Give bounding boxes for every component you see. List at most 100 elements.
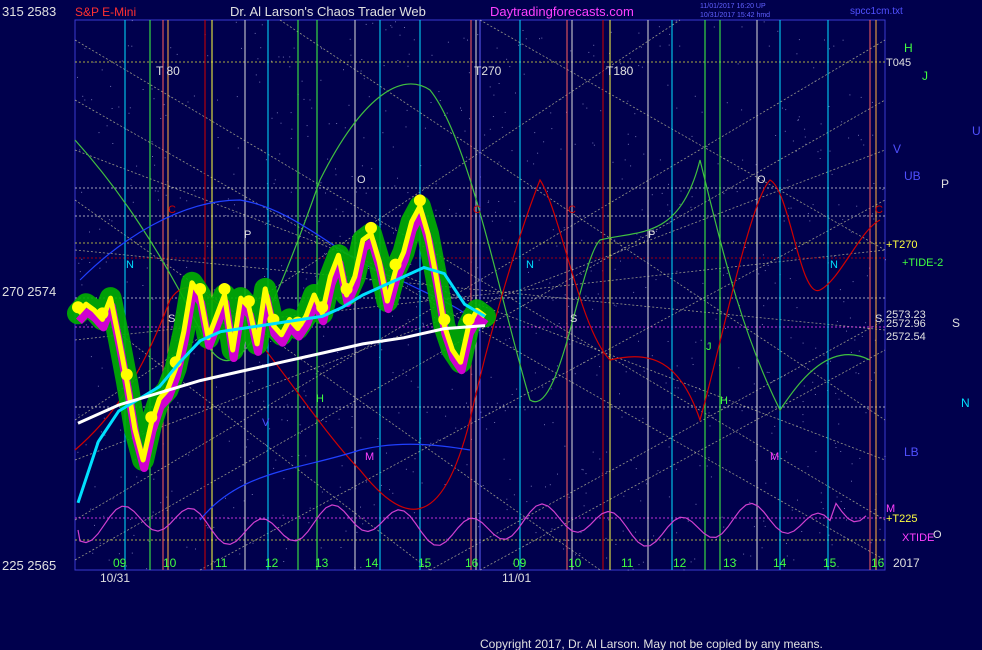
background-dot (213, 526, 215, 528)
x-hour-label: 15 (823, 556, 837, 570)
background-dot (863, 144, 865, 146)
background-dot (290, 112, 292, 114)
background-dot (635, 531, 637, 533)
background-dot (154, 190, 156, 192)
background-dot (170, 47, 172, 49)
background-dot (820, 492, 822, 494)
planet-label-p2: P (648, 229, 655, 241)
background-dot (724, 328, 726, 329)
background-dot (363, 137, 365, 139)
background-dot (255, 74, 257, 76)
site-title: Dr. Al Larson's Chaos Trader Web (230, 4, 426, 19)
background-dot (406, 109, 408, 111)
background-dot (663, 538, 665, 540)
background-dot (360, 437, 362, 439)
background-dot (882, 189, 884, 190)
background-dot (146, 267, 148, 269)
background-dot (264, 276, 266, 277)
background-dot (85, 444, 87, 446)
right-label-v: V (893, 142, 901, 156)
background-dot (620, 260, 621, 262)
background-dot (81, 258, 83, 260)
background-dot (638, 564, 640, 566)
background-dot (225, 215, 227, 216)
background-dot (392, 372, 394, 374)
background-dot (447, 41, 449, 43)
background-dot (630, 460, 632, 462)
background-dot (163, 104, 165, 106)
background-dot (638, 65, 640, 67)
background-dot (663, 408, 665, 410)
background-dot (175, 239, 177, 241)
background-dot (487, 202, 489, 203)
background-dot (504, 410, 506, 412)
background-dot (247, 439, 249, 441)
planet-label-p1: P (244, 229, 251, 241)
background-dot (785, 109, 787, 111)
background-dot (846, 330, 847, 332)
background-dot (717, 163, 719, 165)
background-dot (659, 159, 661, 161)
background-dot (567, 547, 569, 549)
planet-label-h2: H (720, 395, 728, 407)
background-dot (305, 455, 307, 457)
background-dot (228, 440, 230, 442)
x-hour-label: 12 (265, 556, 279, 570)
background-dot (385, 29, 387, 31)
background-dot (522, 30, 524, 31)
background-dot (858, 350, 860, 352)
background-dot (120, 476, 122, 478)
background-dot (593, 144, 595, 146)
background-dot (768, 372, 770, 373)
price-bar-marker (242, 295, 255, 308)
background-dot (695, 503, 697, 505)
price-bar-marker (145, 411, 158, 424)
background-dot (642, 417, 644, 419)
background-dot (694, 95, 696, 97)
background-dot (592, 451, 594, 453)
background-dot (543, 141, 545, 143)
background-dot (858, 134, 859, 136)
background-dot (600, 110, 602, 112)
background-dot (733, 241, 734, 243)
background-dot (623, 495, 625, 497)
background-dot (131, 45, 133, 47)
background-dot (523, 73, 525, 75)
background-dot (849, 94, 851, 96)
background-dot (125, 128, 127, 130)
background-dot (489, 128, 491, 130)
background-dot (381, 349, 383, 351)
background-dot (257, 58, 259, 60)
background-dot (251, 494, 253, 495)
background-dot (324, 253, 326, 255)
background-dot (392, 492, 394, 494)
background-dot (120, 429, 122, 431)
background-dot (668, 183, 669, 185)
left-scale-top: 315 2583 (2, 4, 56, 19)
price-bar-marker (120, 368, 133, 381)
background-dot (176, 53, 178, 55)
background-dot (417, 386, 419, 388)
background-dot (640, 236, 642, 238)
background-dot (526, 160, 528, 162)
background-dot (351, 426, 353, 428)
background-dot (691, 196, 693, 198)
planet-label-c1: C (168, 204, 176, 216)
background-dot (325, 192, 326, 194)
background-dot (274, 179, 276, 181)
background-dot (557, 473, 558, 475)
background-dot (726, 102, 728, 104)
background-dot (830, 360, 831, 362)
background-dot (761, 547, 763, 549)
background-dot (771, 432, 773, 434)
background-dot (569, 343, 571, 345)
background-dot (482, 485, 484, 486)
background-dot (870, 542, 872, 544)
background-dot (435, 183, 437, 185)
x-hour-label: 11 (621, 556, 634, 570)
background-dot (315, 275, 317, 277)
background-dot (793, 559, 795, 561)
planet-label-h1: H (316, 393, 324, 405)
background-dot (788, 207, 790, 209)
background-dot (843, 301, 845, 303)
